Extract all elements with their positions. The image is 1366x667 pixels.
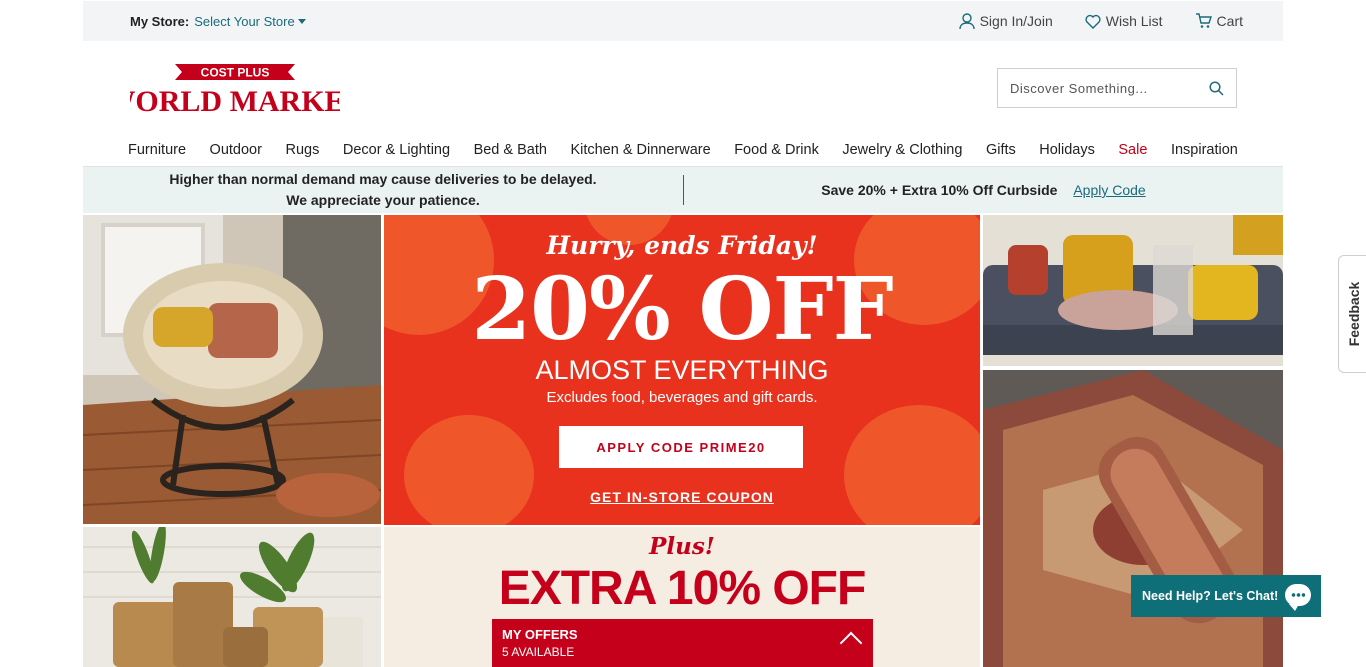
world-market-logo[interactable]: COST PLUS WORLD MARKET <box>105 60 365 118</box>
leaf-decoration <box>404 415 534 525</box>
plants-baskets-image[interactable] <box>83 527 381 667</box>
notice-line-1: Higher than normal demand may cause deli… <box>169 171 597 187</box>
my-offers-title: MY OFFERS <box>502 627 578 642</box>
nav-item-food-drink[interactable]: Food & Drink <box>734 142 819 158</box>
nav-item-kitchen-dinnerware[interactable]: Kitchen & Dinnerware <box>570 142 710 158</box>
feedback-label: Feedback <box>1345 281 1362 347</box>
utility-bar: My Store: Select Your Store Sign In/Join… <box>83 1 1283 41</box>
search-input[interactable]: Discover Something... <box>1010 81 1209 96</box>
nav-item-bed-bath[interactable]: Bed & Bath <box>474 142 547 158</box>
apply-code-link[interactable]: Apply Code <box>1073 182 1145 198</box>
papasan-chair-image[interactable] <box>83 215 381 524</box>
get-coupon-link[interactable]: GET IN-STORE COUPON <box>384 489 980 505</box>
promo-plus-text: Plus! <box>649 533 715 560</box>
leaf-decoration <box>844 405 980 525</box>
hero-subheadline: ALMOST EVERYTHING <box>535 355 829 385</box>
user-icon <box>958 12 975 29</box>
feedback-tab[interactable]: Feedback <box>1338 255 1366 373</box>
nav-item-jewelry-clothing[interactable]: Jewelry & Clothing <box>842 142 962 158</box>
nav-item-decor-lighting[interactable]: Decor & Lighting <box>343 142 450 158</box>
main-nav: Furniture Outdoor Rugs Decor & Lighting … <box>83 133 1283 167</box>
hero-exclusions: Excludes food, beverages and gift cards. <box>546 389 818 406</box>
chat-label: Need Help? Let's Chat! <box>1142 589 1279 603</box>
caret-down-icon <box>297 18 306 24</box>
notice-line-2: We appreciate your patience. <box>286 192 480 208</box>
apply-code-button[interactable]: APPLY CODE PRIME20 <box>559 426 803 468</box>
search-box[interactable]: Discover Something... <box>997 68 1237 108</box>
logo-main-text: WORLD MARKET <box>130 85 340 118</box>
my-offers-count: 5 AVAILABLE <box>502 645 575 659</box>
search-icon[interactable] <box>1209 80 1224 96</box>
nav-item-outdoor[interactable]: Outdoor <box>210 142 262 158</box>
chat-bubble-icon <box>1285 584 1311 611</box>
nav-item-rugs[interactable]: Rugs <box>285 142 319 158</box>
logo-top-text: COST PLUS <box>201 66 270 80</box>
nav-item-holidays[interactable]: Holidays <box>1039 142 1095 158</box>
select-store-link[interactable]: Select Your Store <box>194 13 306 29</box>
hero-headline: 20% OFF <box>471 259 893 360</box>
cart-label: Cart <box>1216 13 1243 29</box>
nav-item-inspiration[interactable]: Inspiration <box>1171 142 1238 158</box>
rugs-image[interactable] <box>983 370 1283 667</box>
sign-in-link[interactable]: Sign In/Join <box>958 12 1053 30</box>
sign-in-label: Sign In/Join <box>979 13 1053 29</box>
cart-link[interactable]: Cart <box>1195 13 1243 30</box>
select-store-label: Select Your Store <box>194 13 295 29</box>
nav-item-sale[interactable]: Sale <box>1118 142 1147 158</box>
chat-button[interactable]: Need Help? Let's Chat! <box>1131 575 1321 617</box>
hero-hurry-text: Hurry, ends Friday! <box>546 231 818 260</box>
notice-offer: Save 20% + Extra 10% Off Curbside <box>821 182 1058 198</box>
nav-item-gifts[interactable]: Gifts <box>986 142 1016 158</box>
my-offers-panel[interactable]: MY OFFERS 5 AVAILABLE <box>492 619 873 667</box>
my-store-label: My Store: <box>130 13 190 29</box>
nav-item-furniture[interactable]: Furniture <box>128 142 186 158</box>
promo-headline: EXTRA 10% OFF <box>498 562 867 615</box>
sofa-pillows-image[interactable] <box>983 215 1283 366</box>
wish-list-link[interactable]: Wish List <box>1085 13 1163 30</box>
notice-bar: Higher than normal demand may cause deli… <box>83 167 1283 213</box>
heart-icon <box>1085 14 1101 29</box>
hero-banner[interactable]: Hurry, ends Friday! 20% OFF ALMOST EVERY… <box>384 215 980 525</box>
cart-icon <box>1195 13 1212 28</box>
wish-list-label: Wish List <box>1105 13 1163 29</box>
